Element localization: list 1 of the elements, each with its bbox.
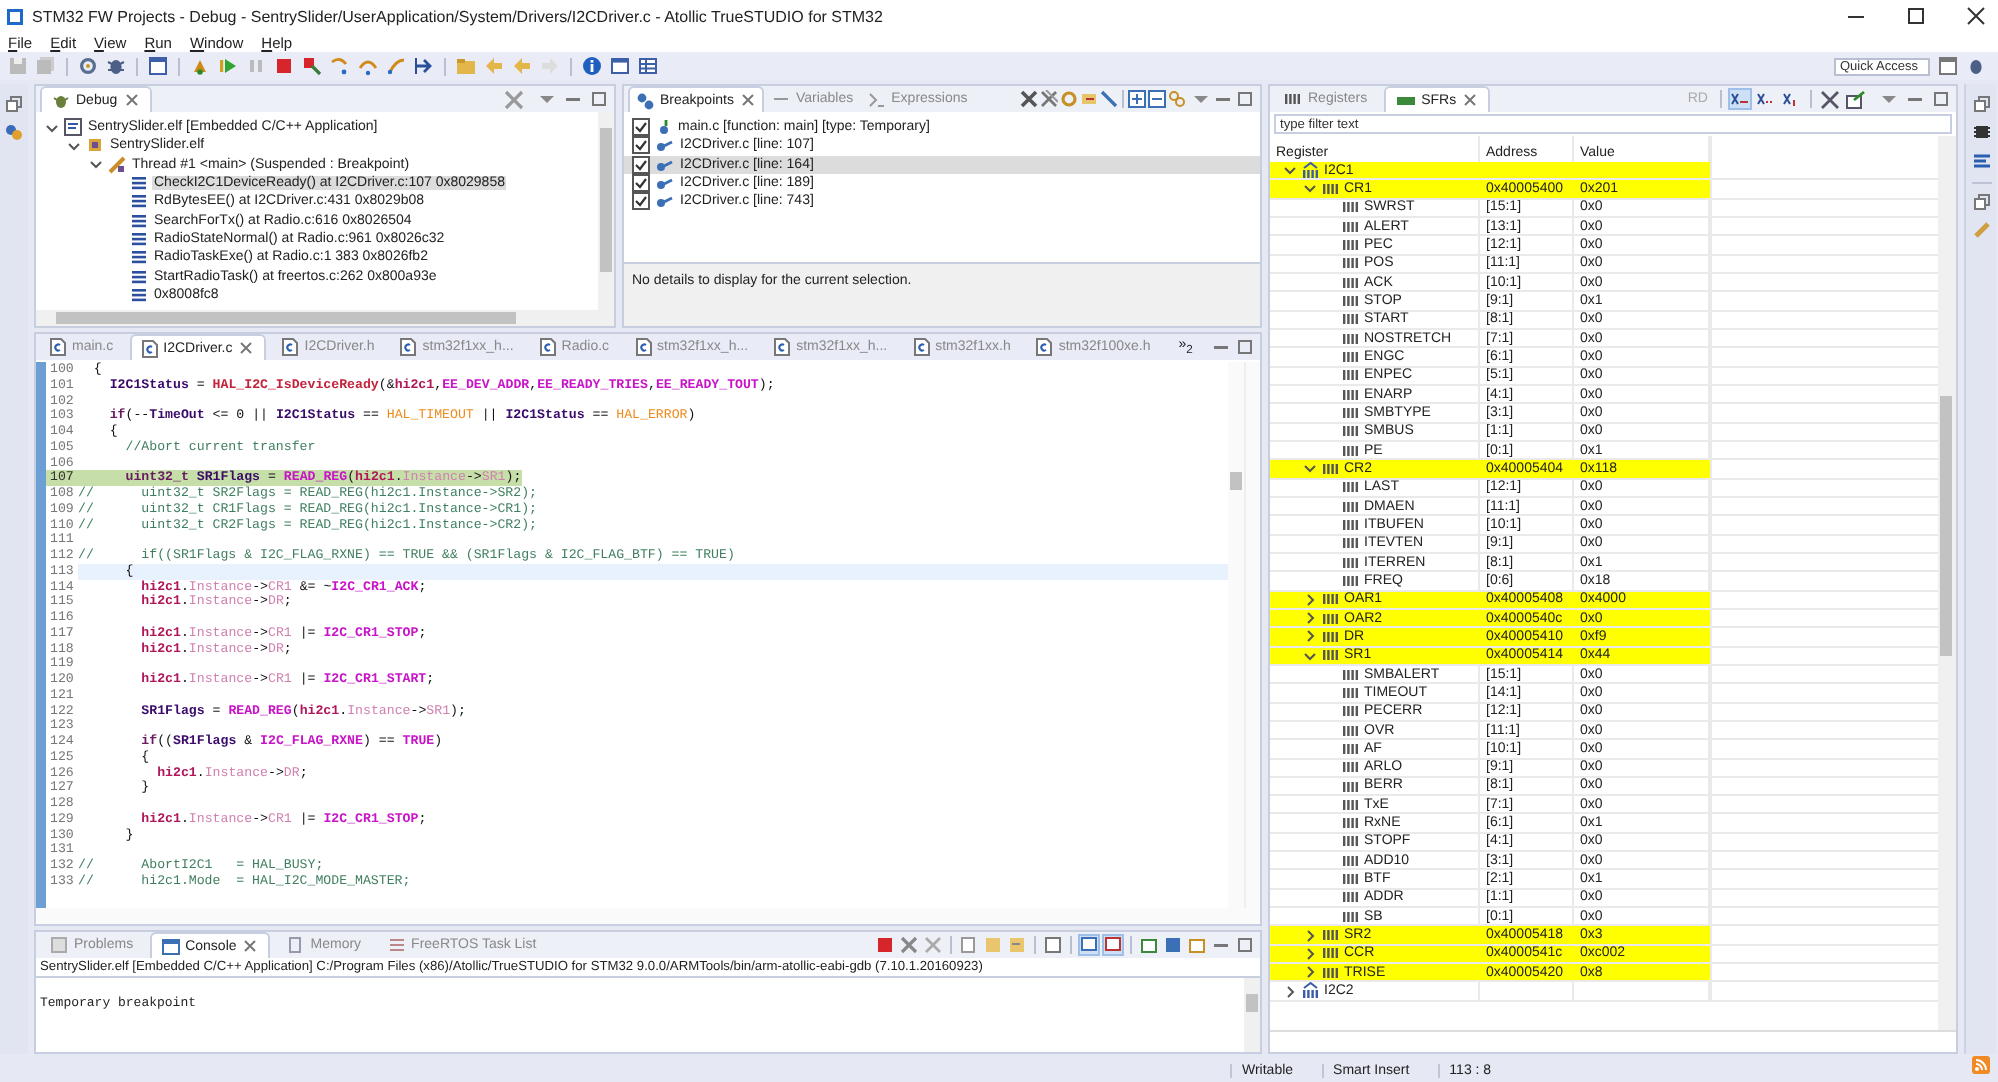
window-title: STM32 FW Projects - Debug - SentrySlider/UserApplication/System/Drivers/I2CDriver.c - Atollic TrueSTUDIO for STM32 — [32, 7, 883, 25]
